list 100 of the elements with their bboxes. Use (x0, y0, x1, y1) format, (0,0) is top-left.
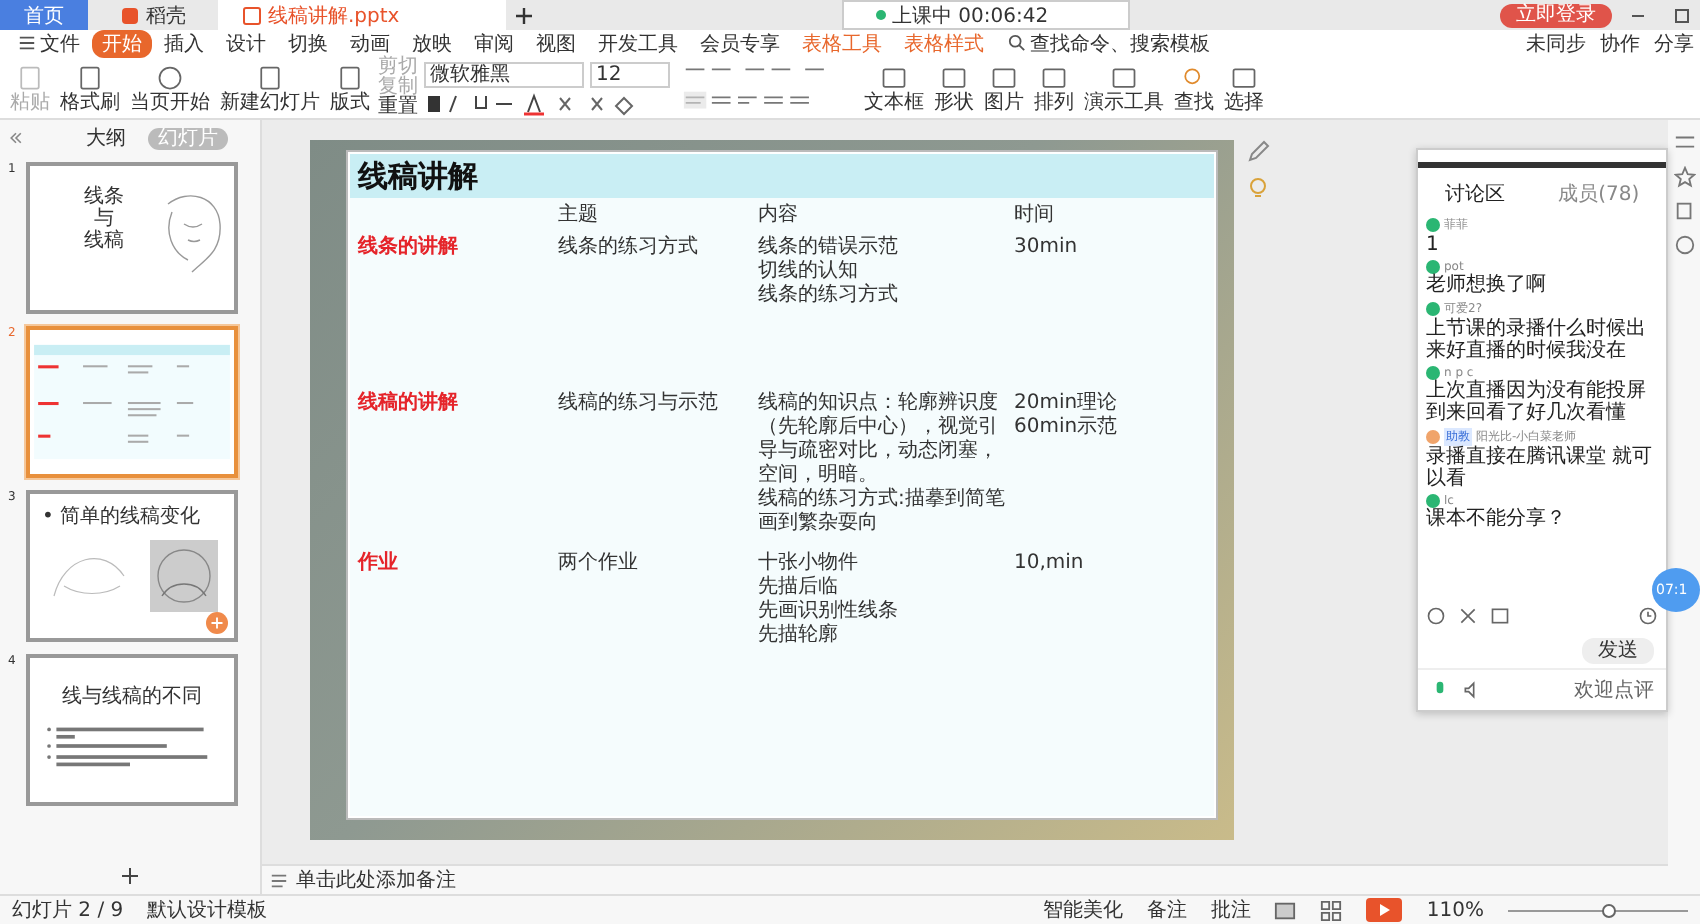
feedback-link[interactable]: 欢迎点评 (1574, 676, 1654, 704)
chat-tab[interactable]: 讨论区 (1444, 180, 1505, 208)
frame-icon (940, 63, 968, 91)
user-avatar (1426, 260, 1440, 274)
ribbon-tab[interactable]: 视图 (526, 30, 586, 58)
zoom-level[interactable]: 110% (1426, 899, 1484, 921)
slide-thumbnail[interactable]: 线与线稿的不同 (26, 654, 238, 806)
file-menu[interactable]: 文件 (8, 30, 90, 58)
zoom-thumb[interactable] (1601, 903, 1615, 917)
ribbon-button[interactable]: 选择 (1222, 63, 1266, 113)
document-tab[interactable]: 线稿讲解.pptx (218, 0, 506, 30)
slide-thumbnail[interactable]: 线条 与 线稿 (26, 162, 238, 314)
user-avatar (1426, 494, 1440, 508)
ribbon-tab[interactable]: 审阅 (464, 30, 524, 58)
ribbon-button[interactable]: 格式刷 (58, 63, 122, 113)
table-cell-text: 线条的练习方式 (558, 236, 700, 262)
table-cell-line: 10,min (1014, 552, 1086, 576)
font-size-field[interactable]: 12 (590, 61, 670, 87)
table-cell-line: 线稿的知识点：轮廓辨识度 (758, 392, 1000, 415)
login-button[interactable]: 立即登录 (1500, 3, 1612, 27)
docer-icon (120, 5, 140, 25)
notes-placeholder[interactable]: 单击此处添加备注 (296, 866, 456, 894)
font-field[interactable]: 微软雅黑 (424, 61, 584, 87)
table-cell-line: 线条的练习方式 (758, 284, 900, 308)
toolbar-action[interactable]: 协作 (1594, 30, 1646, 58)
ribbon-button[interactable]: 当页开始 (128, 63, 212, 113)
copy-icon[interactable] (1673, 200, 1695, 222)
class-status[interactable]: 上课中 00:06:42 (842, 0, 1131, 30)
table-cell-line: 切线的认知 (758, 260, 860, 283)
clock-icon[interactable] (1638, 606, 1658, 626)
thumbnail-text: • 简单的线稿变化 (42, 506, 203, 528)
table-frame[interactable]: 线稿讲解 主题 内容 时间 线条的讲解 线条的练习方式 线条的错误示范 切线的认知 线条的练习方式 30min 线稿的讲解 线稿的练习与示范 线稿的知识点：轮廓辨识度 （先轮廓后中心），视觉引 导与疏密对比，动态闭塞， 空间，明暗。 线稿的练习方式:描摹到简笔 画到繁杂耍向 20min理论 60min示范 作业 两个作业 十张小物件 先描后临 先画识别性线条 先描轮廓 10,min (346, 150, 1218, 820)
panel-tab[interactable]: 大纲 (76, 127, 136, 149)
chat-message: 课本不能分享？ (1426, 508, 1568, 530)
document-tab[interactable]: 首页 (0, 0, 88, 30)
add-slide-icon[interactable] (120, 866, 140, 886)
scissors-icon[interactable] (1458, 606, 1478, 626)
ribbon-tab[interactable]: 设计 (216, 30, 276, 58)
chat-message: 录播直接在腾讯课堂 就可以看 (1426, 446, 1655, 490)
table-cell-line: 导与疏密对比，动态闭塞， (758, 440, 1000, 463)
ribbon-button[interactable]: 图片 (982, 63, 1026, 113)
user-avatar (1426, 366, 1440, 380)
user-avatar (1426, 302, 1440, 316)
table-cell-line: 60min示范 (1014, 416, 1120, 440)
ribbon-tab[interactable]: 放映 (402, 30, 462, 58)
slide-thumbnail[interactable]: • 简单的线稿变化 (26, 490, 238, 642)
frame-icon (1110, 63, 1138, 91)
table-cell-line: 十张小物件 (758, 552, 860, 575)
ribbon-tab[interactable]: 开发工具 (588, 30, 688, 58)
ribbon-button[interactable]: 文本框 (862, 63, 926, 113)
frame-icon (1230, 63, 1258, 91)
emoji-icon[interactable] (1426, 606, 1446, 626)
beautify-button[interactable]: 智能美化 (1042, 896, 1123, 924)
table-cell-line: 20min理论 (1014, 392, 1120, 415)
chat-tab[interactable]: 成员(78) (1558, 180, 1640, 208)
ribbon-button[interactable]: 形状 (932, 63, 976, 113)
toolbar-action[interactable]: 未同步 (1520, 30, 1592, 58)
ribbon-button[interactable]: 查找 (1172, 63, 1216, 113)
image-icon[interactable] (1490, 606, 1510, 626)
ribbon-tab[interactable]: 动画 (340, 30, 400, 58)
presentation-file-icon (242, 5, 262, 25)
star-icon[interactable] (1673, 166, 1695, 188)
command-search[interactable]: 查找命令、搜索模板 (996, 30, 1222, 58)
collapse-icon[interactable] (8, 130, 24, 146)
frame-icon (880, 63, 908, 91)
frame-icon (1040, 63, 1068, 91)
ribbon-tab[interactable]: 插入 (154, 30, 214, 58)
document-icon (336, 63, 364, 91)
user-avatar (1426, 218, 1440, 232)
play-button[interactable] (1366, 898, 1403, 922)
restore-icon[interactable] (1672, 5, 1692, 25)
toolbar-action[interactable]: 分享 (1648, 30, 1700, 58)
ribbon-small-button[interactable]: 重置 (378, 98, 418, 118)
ribbon-tab[interactable]: 会员专享 (690, 30, 790, 58)
grid-view-icon[interactable] (1320, 899, 1343, 921)
document-icon (76, 63, 104, 91)
ribbon-button[interactable]: 版式 (328, 63, 372, 113)
notes-button[interactable]: 备注 (1146, 896, 1187, 924)
ribbon-button[interactable]: 演示工具 (1082, 63, 1166, 113)
template-name[interactable]: 默认设计模板 (147, 896, 268, 924)
comments-button[interactable]: 批注 (1210, 896, 1251, 924)
ribbon-tab[interactable]: 切换 (278, 30, 338, 58)
document-tab[interactable]: 稻壳 (96, 0, 210, 30)
send-button[interactable]: 发送 (1582, 638, 1654, 664)
column-header: 主题 (558, 204, 600, 230)
ribbon-button[interactable]: 排列 (1032, 63, 1076, 113)
sliders-icon[interactable] (1673, 132, 1695, 154)
new-tab-icon[interactable] (514, 5, 534, 25)
search-icon (1008, 34, 1026, 52)
table-cell-text: 两个作业 (558, 552, 640, 578)
normal-view-icon[interactable] (1274, 899, 1297, 921)
help-icon[interactable] (1673, 234, 1695, 256)
pen-icon[interactable] (1246, 140, 1270, 164)
thumbnail-text: 与 (94, 208, 114, 230)
frame-icon (990, 63, 1018, 91)
table-cell-line: 画到繁杂耍向 (758, 512, 880, 536)
ribbon-button[interactable]: 新建幻灯片 (218, 63, 322, 113)
notes-icon (270, 871, 288, 889)
play-icon (1374, 900, 1395, 920)
table-cell-line: 先描轮廓 (758, 624, 840, 648)
